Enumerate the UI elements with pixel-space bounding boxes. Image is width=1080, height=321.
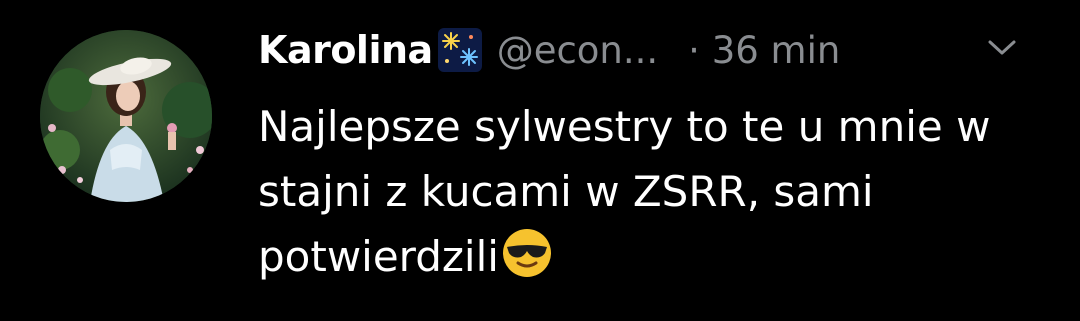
chevron-down-icon[interactable] <box>984 36 1020 60</box>
tweet-content: Karolina @econ... · 36 min Najlepsze syl… <box>258 20 1058 289</box>
fireworks-emoji-icon <box>437 27 483 73</box>
avatar[interactable] <box>40 30 212 202</box>
tweet-text-content: Najlepsze sylwestry to te u mnie w stajn… <box>258 102 991 281</box>
tweet-text: Najlepsze sylwestry to te u mnie w stajn… <box>258 94 1058 289</box>
timestamp[interactable]: · 36 min <box>688 29 840 72</box>
sunglasses-smiley-emoji-icon <box>501 227 553 279</box>
author-name[interactable]: Karolina <box>258 28 433 72</box>
author-handle[interactable]: @econ... <box>497 29 658 72</box>
tweet-header: Karolina @econ... · 36 min <box>258 20 1058 80</box>
tweet[interactable]: Karolina @econ... · 36 min Najlepsze syl… <box>0 0 1080 321</box>
